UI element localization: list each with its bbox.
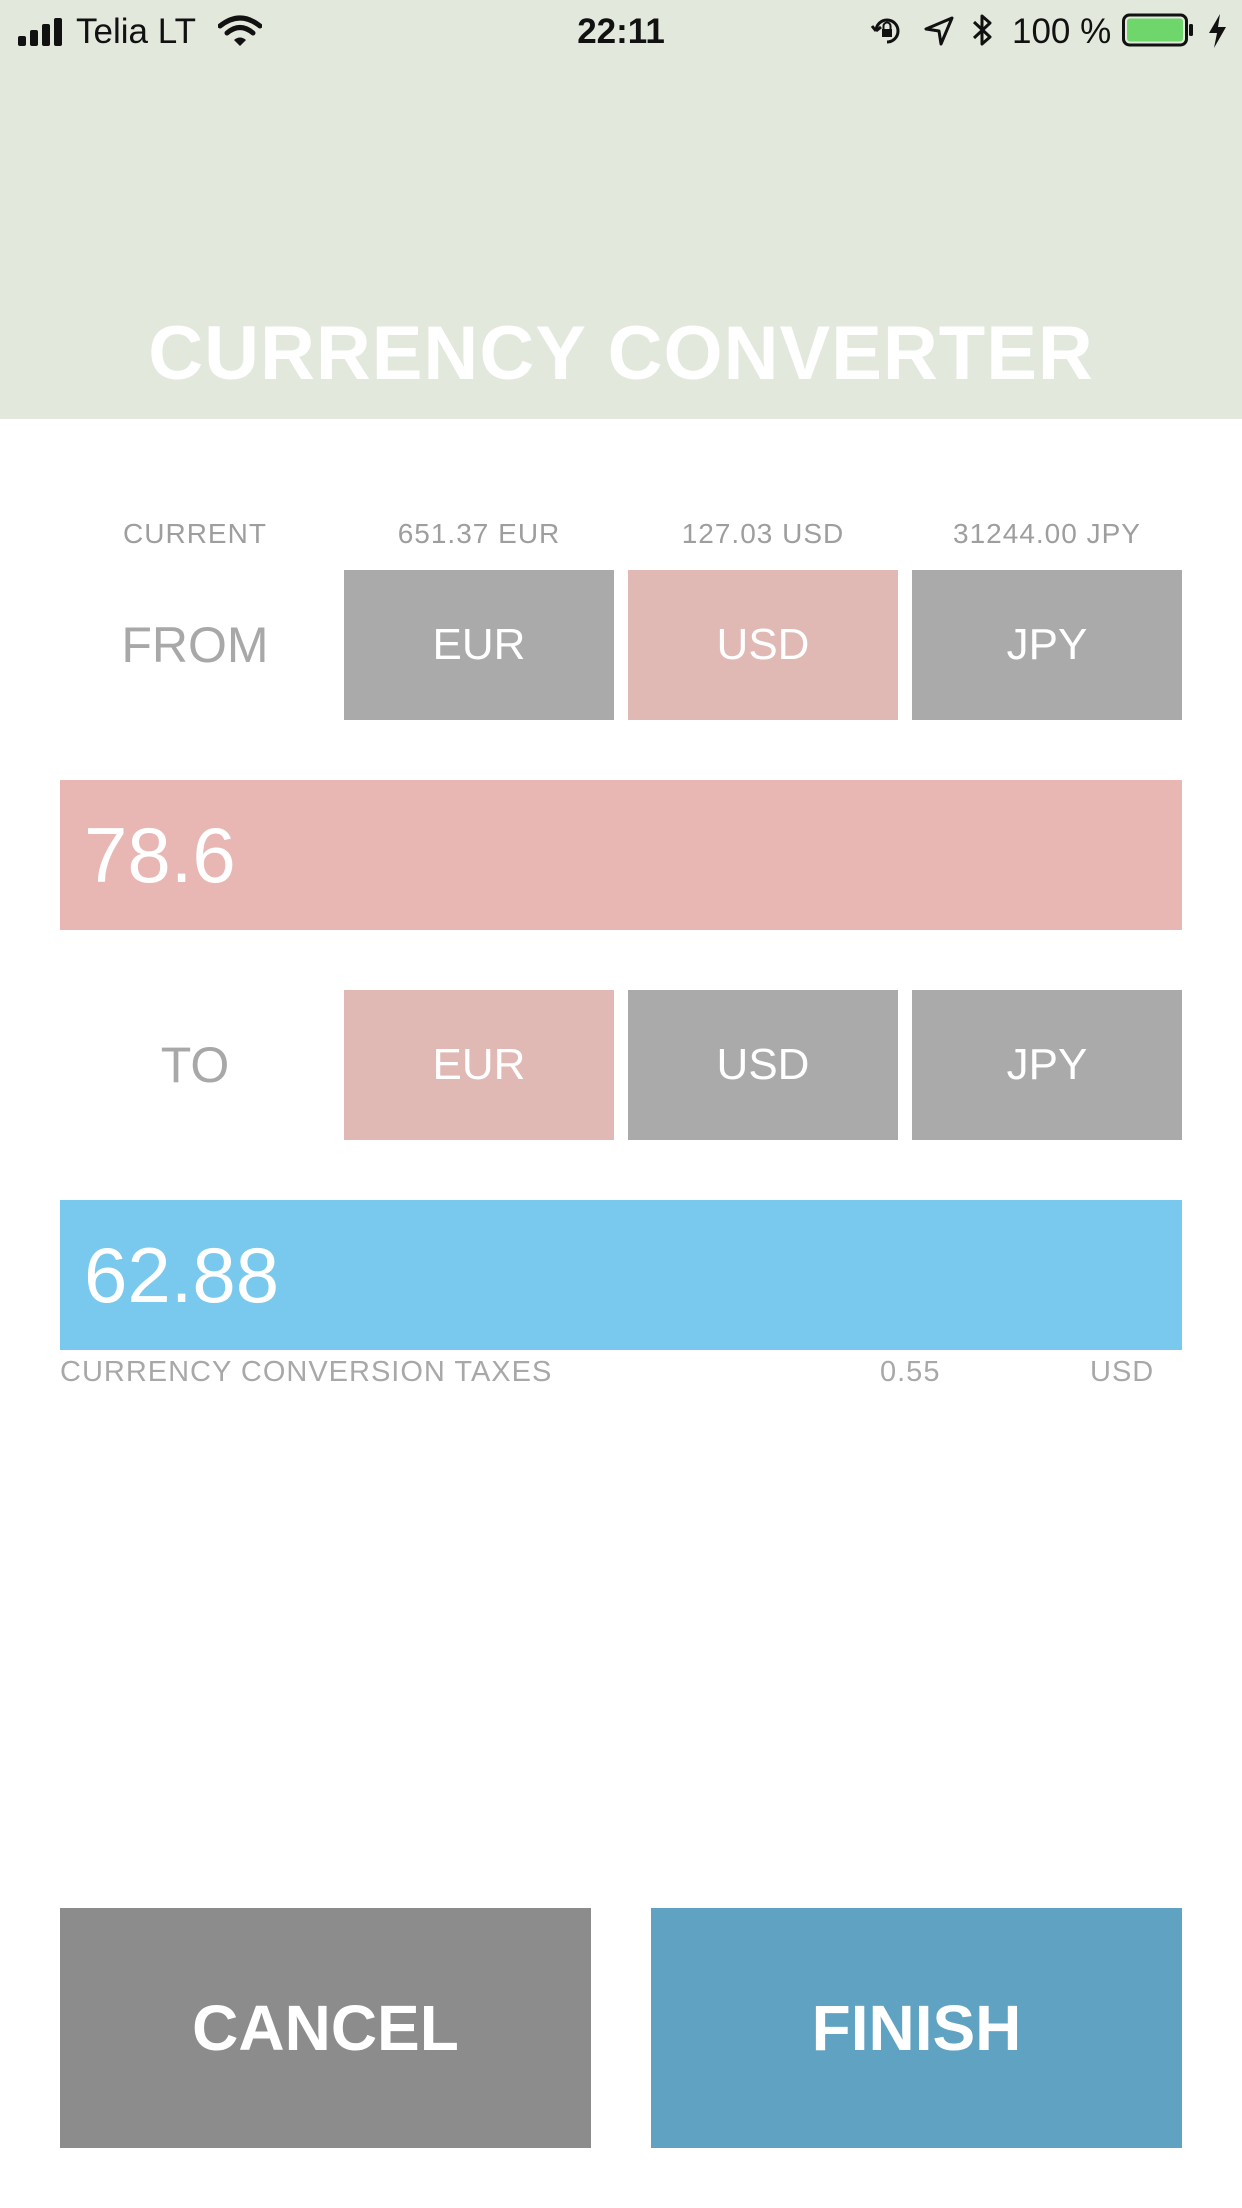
to-currency-usd[interactable]: USD: [628, 990, 898, 1140]
tax-currency: USD: [1090, 1356, 1155, 1388]
balance-eur: 651.37 EUR: [397, 518, 561, 549]
finish-button[interactable]: FINISH: [651, 1908, 1182, 2148]
to-currency-eur[interactable]: EUR: [344, 990, 614, 1140]
to-currency-jpy[interactable]: JPY: [912, 990, 1182, 1140]
from-currency-eur[interactable]: EUR: [344, 570, 614, 720]
status-bar: Telia LT 22:11 100 %: [0, 0, 1242, 62]
from-label: FROM: [121, 617, 269, 673]
balance-usd: 127.03 USD: [681, 518, 845, 549]
page-title: CURRENCY CONVERTER: [148, 311, 1094, 396]
to-label: TO: [160, 1037, 230, 1093]
cancel-button[interactable]: CANCEL: [60, 1908, 591, 2148]
tax-value: 0.55: [880, 1356, 941, 1388]
location-arrow-icon: [924, 16, 954, 46]
converted-amount: 62.88: [60, 1200, 1182, 1350]
current-balance-label: CURRENT: [123, 518, 267, 549]
from-amount-input[interactable]: 78.6: [60, 780, 1182, 930]
tax-label: CURRENCY CONVERSION TAXES: [60, 1356, 553, 1388]
battery-icon: [1122, 13, 1193, 47]
from-currency-usd[interactable]: USD: [628, 570, 898, 720]
header: Telia LT 22:11 100 % CURRENCY CONVERTER: [0, 0, 1242, 419]
charging-bolt-icon: [1209, 14, 1226, 48]
battery-percentage: 100 %: [1012, 12, 1112, 51]
balance-jpy: 31244.00 JPY: [953, 518, 1141, 549]
orientation-lock-icon: [870, 18, 900, 44]
from-currency-jpy[interactable]: JPY: [912, 570, 1182, 720]
bluetooth-icon: [972, 14, 992, 46]
